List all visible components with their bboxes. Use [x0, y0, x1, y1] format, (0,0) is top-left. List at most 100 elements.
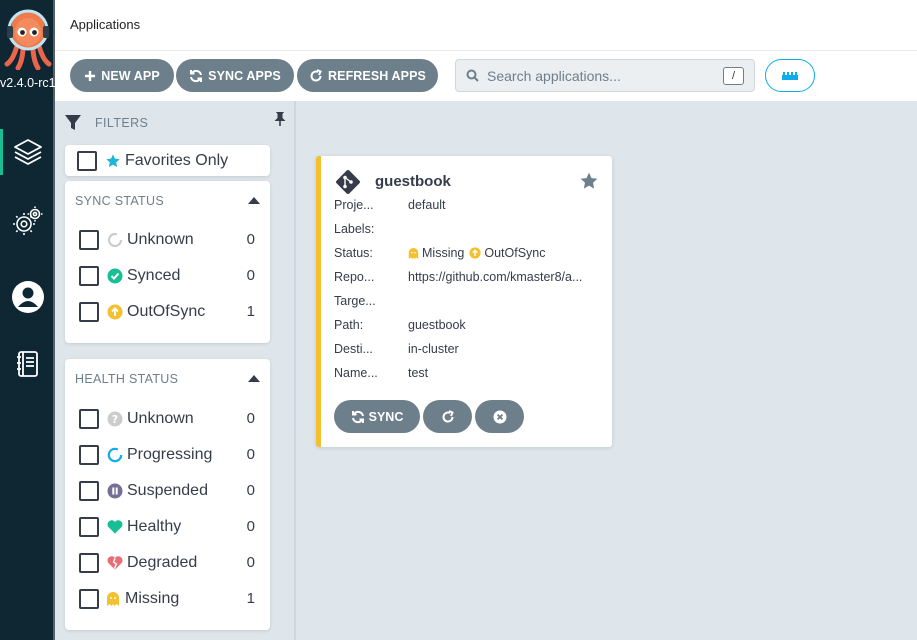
- refresh-icon: [310, 68, 322, 82]
- star-icon: [105, 153, 121, 169]
- nav-item-applications[interactable]: [0, 129, 55, 175]
- filter-label: Suspended: [127, 482, 208, 499]
- favorites-only-filter[interactable]: Favorites Only: [77, 148, 253, 174]
- left-nav: v2.4.0-rc1+d8fi: [0, 0, 55, 640]
- filters-header: FILTERS: [65, 111, 287, 135]
- health-status-panel: HEALTH STATUS ? Unknown 0 Progressing 0 …: [65, 359, 270, 630]
- sync-icon: [351, 410, 364, 423]
- refresh-apps-button[interactable]: REFRESH APPS: [297, 59, 438, 92]
- arrow-up-circle-icon: [469, 247, 481, 259]
- heart-icon: [107, 519, 123, 535]
- application-card[interactable]: guestbook Proje... default Labels: Statu…: [316, 156, 612, 447]
- ghost-icon: [408, 247, 419, 259]
- sync-apps-label: SYNC APPS: [208, 68, 281, 83]
- collapse-sync-status-button[interactable]: [248, 197, 260, 204]
- heart-broken-icon: [107, 555, 123, 571]
- row-key: Targe...: [334, 294, 376, 308]
- checkbox[interactable]: [79, 266, 99, 286]
- filter-count: 1: [246, 303, 255, 320]
- sync-filter-synced[interactable]: Synced 0: [79, 263, 255, 289]
- favorites-panel: Favorites Only: [65, 145, 270, 176]
- row-key: Labels:: [334, 222, 375, 236]
- filters-title: FILTERS: [95, 116, 149, 130]
- sync-apps-button[interactable]: SYNC APPS: [176, 59, 294, 92]
- search-input[interactable]: [487, 67, 717, 84]
- sync-icon: [190, 69, 203, 82]
- row-key: Repo...: [334, 270, 375, 284]
- filter-label: Degraded: [127, 554, 198, 571]
- row-key: Status:: [334, 246, 373, 260]
- ghost-icon: [105, 591, 121, 607]
- check-circle-icon: [107, 268, 123, 284]
- version-label: v2.4.0-rc1+d8fi: [0, 76, 55, 90]
- row-value: default: [408, 198, 446, 212]
- row-value: guestbook: [408, 318, 466, 332]
- filter-label: Synced: [127, 267, 181, 284]
- health-filter-suspended[interactable]: Suspended 0: [79, 478, 255, 504]
- checkbox[interactable]: [79, 445, 99, 465]
- filter-label: Missing: [125, 590, 180, 607]
- checkbox[interactable]: [79, 553, 99, 573]
- layers-icon: [13, 139, 42, 165]
- app-name[interactable]: guestbook: [375, 173, 451, 190]
- status-value: Missing OutOfSync: [408, 246, 604, 260]
- card-row-project: Proje... default: [334, 196, 604, 216]
- collapse-health-status-button[interactable]: [248, 375, 260, 382]
- checkbox[interactable]: [79, 409, 99, 429]
- search-box: /: [455, 59, 755, 92]
- app-refresh-button[interactable]: [423, 400, 472, 433]
- checkbox[interactable]: [79, 481, 99, 501]
- row-value: in-cluster: [408, 342, 459, 356]
- filter-count: 0: [246, 410, 255, 427]
- plus-icon: [85, 70, 96, 81]
- filter-count: 0: [246, 231, 255, 248]
- filter-count: 0: [246, 267, 255, 284]
- filter-count: 1: [246, 590, 255, 607]
- filter-count: 0: [246, 446, 255, 463]
- filter-label: Healthy: [127, 518, 182, 535]
- checkbox[interactable]: [79, 230, 99, 250]
- nav-item-settings[interactable]: [0, 198, 55, 244]
- times-circle-icon: [493, 410, 506, 423]
- svg-text:?: ?: [112, 413, 118, 426]
- filter-label: OutOfSync: [127, 303, 206, 320]
- arrow-up-circle-icon: [107, 304, 123, 320]
- page-header: Applications: [55, 0, 917, 51]
- favorites-checkbox[interactable]: [77, 151, 97, 171]
- sync-filter-unknown[interactable]: Unknown 0: [79, 227, 255, 253]
- grid-view-icon: [782, 71, 798, 80]
- card-row-destination: Desti... in-cluster: [334, 340, 604, 360]
- toolbar: NEW APP SYNC APPS REFRESH APPS /: [55, 51, 917, 101]
- health-filter-unknown[interactable]: ? Unknown 0: [79, 406, 255, 432]
- nav-item-user-info[interactable]: [0, 274, 55, 320]
- view-mode-button[interactable]: [765, 59, 815, 92]
- filter-count: 0: [246, 482, 255, 499]
- new-app-button[interactable]: NEW APP: [70, 59, 174, 92]
- search-icon: [466, 69, 479, 82]
- row-key: Path:: [334, 318, 364, 332]
- health-filter-healthy[interactable]: Healthy 0: [79, 514, 255, 540]
- sync-filter-outofsync[interactable]: OutOfSync 1: [79, 299, 255, 325]
- filter-count: 0: [246, 554, 255, 571]
- row-key: Proje...: [334, 198, 374, 212]
- page-title: Applications: [70, 17, 141, 32]
- circle-notch-icon: [107, 447, 123, 463]
- health-filter-missing[interactable]: Missing 1: [79, 586, 255, 612]
- filter-icon: [65, 115, 81, 130]
- checkbox[interactable]: [79, 589, 99, 609]
- health-filter-progressing[interactable]: Progressing 0: [79, 442, 255, 468]
- app-sync-button[interactable]: SYNC: [334, 400, 420, 433]
- pin-icon: [274, 112, 286, 126]
- app-delete-button[interactable]: [475, 400, 524, 433]
- argo-logo[interactable]: [0, 6, 55, 72]
- checkbox[interactable]: [79, 517, 99, 537]
- user-circle-icon: [11, 281, 44, 313]
- card-row-namespace: Name... test: [334, 364, 604, 384]
- filter-label: Unknown: [127, 410, 194, 427]
- checkbox[interactable]: [79, 302, 99, 322]
- favorite-star-icon[interactable]: [579, 171, 599, 196]
- nav-item-documentation[interactable]: [0, 341, 55, 387]
- pin-filters-button[interactable]: [273, 111, 287, 132]
- health-filter-degraded[interactable]: Degraded 0: [79, 550, 255, 576]
- sync-status-text: OutOfSync: [484, 246, 546, 260]
